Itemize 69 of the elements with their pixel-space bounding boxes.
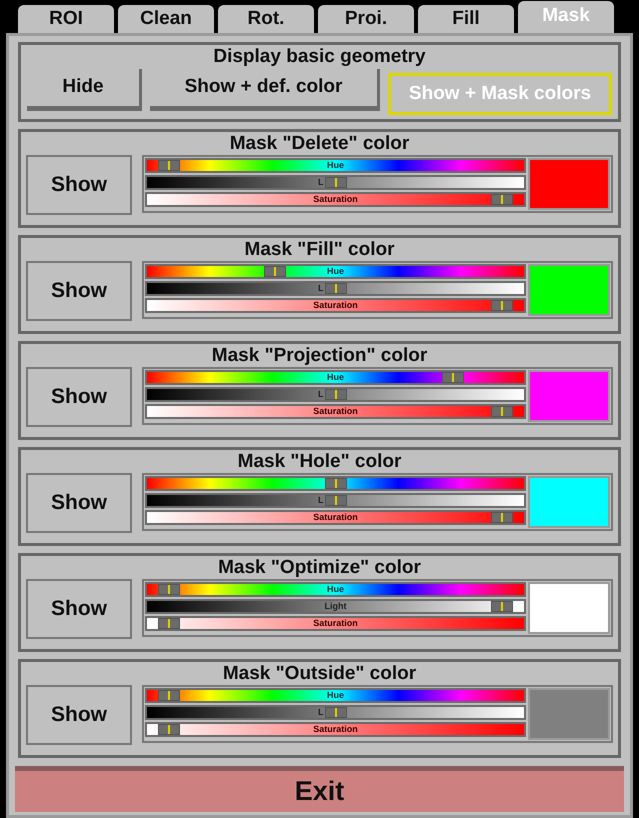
tab[interactable]: Rot. — [218, 5, 314, 33]
slider-thumb[interactable] — [158, 160, 180, 171]
group-title: Mask "Outside" color — [222, 662, 418, 685]
slider-label: Saturation — [313, 194, 358, 205]
group-title: Mask "Optimize" color — [217, 556, 422, 579]
exit-button[interactable]: Exit — [15, 766, 624, 812]
slider-label: L — [318, 283, 324, 294]
group-title: Display basic geometry — [212, 45, 427, 69]
slider-thumb[interactable] — [158, 584, 180, 595]
slider-thumb[interactable] — [324, 283, 346, 294]
slider-thumb[interactable] — [158, 690, 180, 701]
slider-thumb[interactable] — [442, 372, 464, 383]
slider-label: Hue — [327, 160, 344, 171]
show-button[interactable]: Show — [26, 367, 132, 427]
hue-slider[interactable]: Hue — [145, 370, 526, 385]
saturation-slider[interactable]: Saturation — [145, 722, 526, 737]
slider-label: L — [318, 707, 324, 718]
slider-thumb[interactable] — [324, 478, 346, 489]
slider-label: Saturation — [313, 406, 358, 417]
slider-label: L — [318, 495, 324, 506]
show-button[interactable]: Show — [26, 261, 132, 321]
group-title: Mask "Projection" color — [210, 344, 428, 367]
slider-thumb[interactable] — [491, 194, 514, 205]
slider-thumb[interactable] — [491, 512, 514, 523]
slider-thumb[interactable] — [264, 266, 286, 277]
show-button[interactable]: Show — [26, 155, 132, 215]
tab[interactable]: Clean — [118, 5, 214, 33]
saturation-slider[interactable]: Saturation — [145, 192, 526, 207]
slider-thumb[interactable] — [491, 601, 514, 612]
display-button[interactable]: Show + def. color — [150, 69, 380, 111]
hue-slider[interactable]: Hue — [145, 158, 526, 173]
hue-slider[interactable]: Hue — [145, 582, 526, 597]
slider-thumb[interactable] — [491, 406, 514, 417]
hue-slider[interactable] — [145, 476, 526, 491]
slider-thumb[interactable] — [324, 495, 346, 506]
slider-label: Light — [324, 601, 346, 612]
group-title: Mask "Hole" color — [236, 450, 402, 473]
slider-label: Saturation — [313, 724, 358, 735]
slider-thumb[interactable] — [158, 724, 180, 735]
slider-label: Saturation — [313, 300, 358, 311]
slider-label: Saturation — [313, 512, 358, 523]
group-title: Mask "Delete" color — [228, 132, 410, 155]
show-button[interactable]: Show — [26, 685, 132, 745]
show-button[interactable]: Show — [26, 473, 132, 533]
tab[interactable]: ROI — [18, 5, 114, 33]
slider-thumb[interactable] — [324, 177, 346, 188]
slider-thumb[interactable] — [491, 300, 514, 311]
slider-thumb[interactable] — [324, 389, 346, 400]
slider-label: Hue — [327, 584, 344, 595]
hue-slider[interactable]: Hue — [145, 264, 526, 279]
tab[interactable]: Proi. — [318, 5, 414, 33]
slider-label: Hue — [327, 690, 344, 701]
hue-slider[interactable]: Hue — [145, 688, 526, 703]
saturation-slider[interactable]: Saturation — [145, 510, 526, 525]
show-button[interactable]: Show — [26, 579, 132, 639]
display-button[interactable]: Hide — [27, 69, 142, 111]
tab[interactable]: Fill — [418, 5, 514, 33]
light-slider[interactable]: Light — [145, 599, 526, 614]
slider-label: Hue — [327, 266, 344, 277]
slider-thumb[interactable] — [324, 707, 346, 718]
slider-label: L — [318, 389, 324, 400]
group-title: Mask "Fill" color — [244, 238, 396, 261]
saturation-slider[interactable]: Saturation — [145, 616, 526, 631]
slider-thumb[interactable] — [158, 618, 180, 629]
slider-label: Hue — [327, 372, 344, 383]
saturation-slider[interactable]: Saturation — [145, 298, 526, 313]
slider-label: L — [318, 177, 324, 188]
slider-label: Saturation — [313, 618, 358, 629]
saturation-slider[interactable]: Saturation — [145, 404, 526, 419]
